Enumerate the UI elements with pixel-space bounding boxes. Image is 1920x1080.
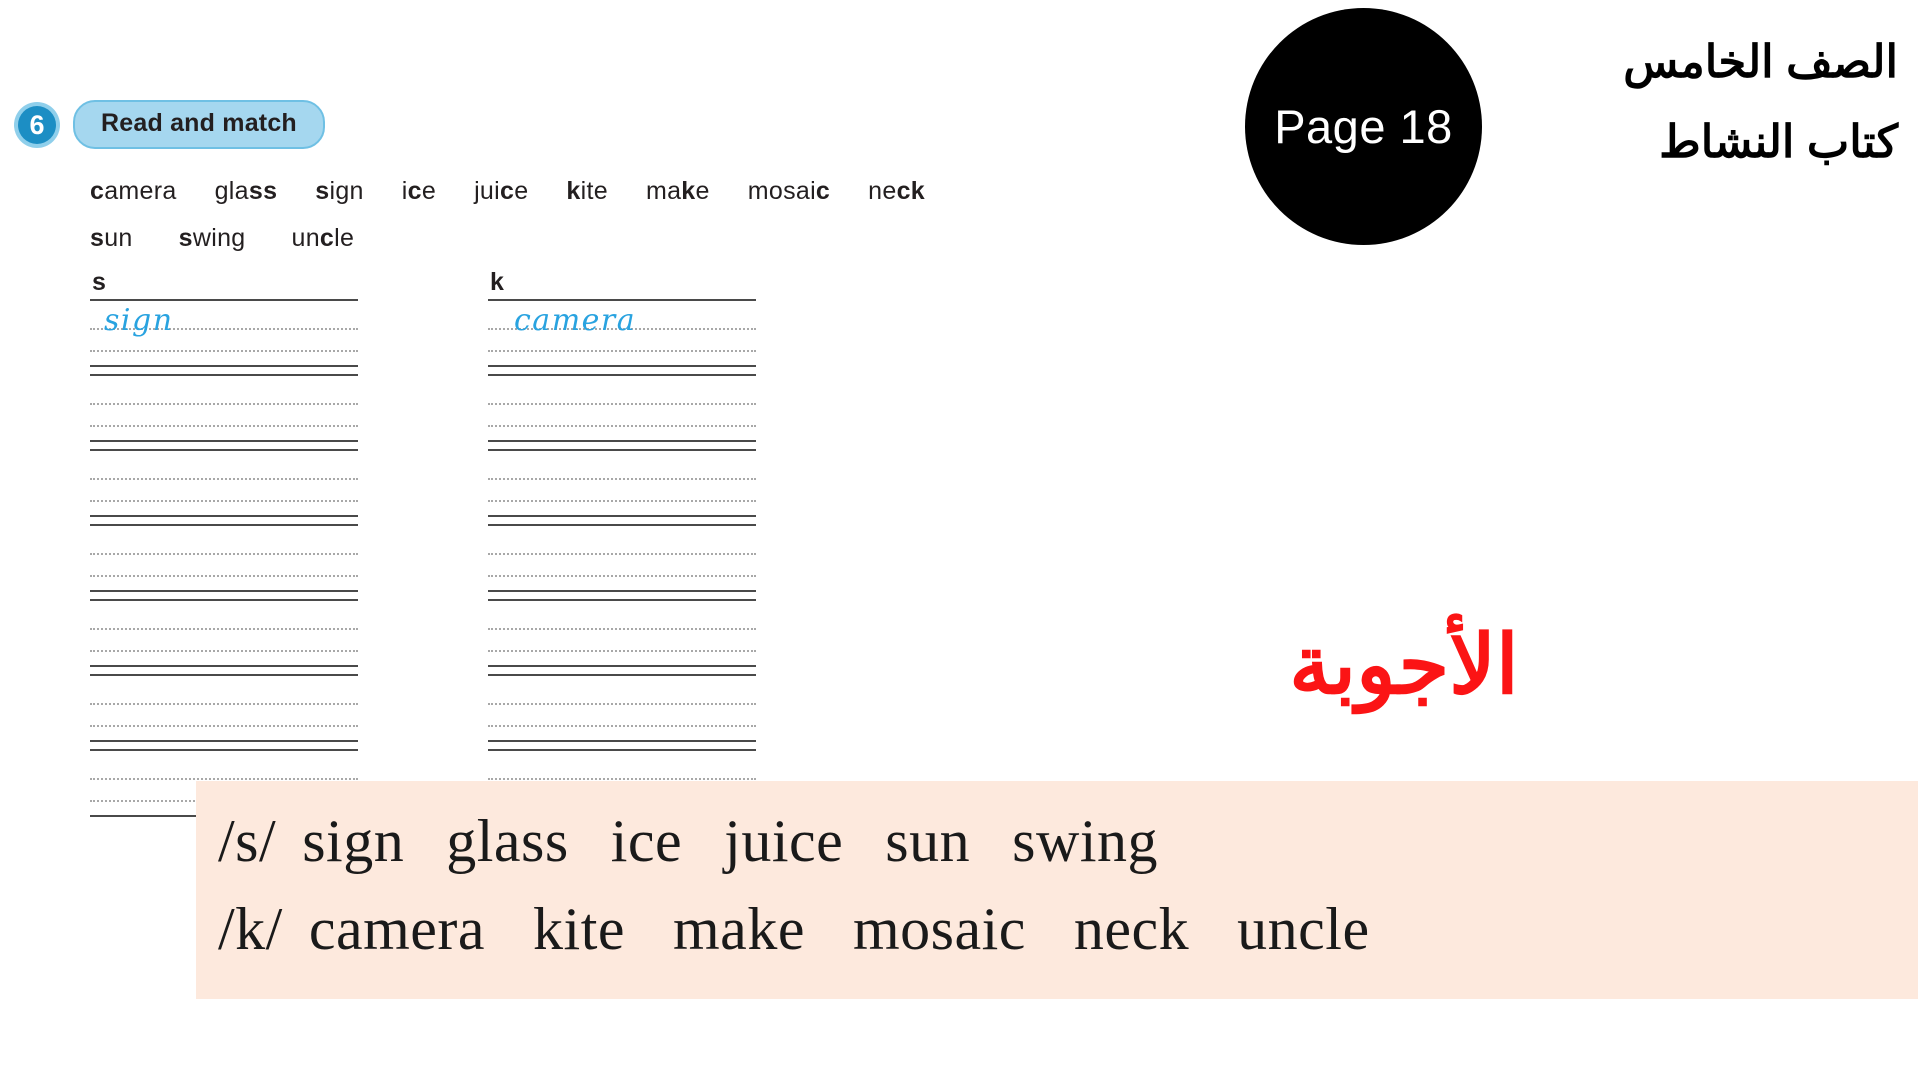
handwritten-answer-s: sign [104,303,174,338]
rule-gap [488,742,756,749]
rule-gap [90,601,358,628]
rule-gap [90,526,358,553]
rule-gap [488,451,756,478]
rule-gap [90,705,358,725]
rule-gap [90,667,358,674]
word-bank-word: juice [474,177,529,205]
rule-gap [488,352,756,365]
answer-key-word: uncle [1237,896,1370,962]
rule-gap [90,427,358,440]
arabic-book-label: كتاب النشاط [1659,116,1898,167]
ruled-lines-s: sign [90,299,358,817]
rule-gap [90,352,358,365]
ruled-lines-k: camera [488,299,756,817]
word-bank-word: sun [90,224,133,252]
rule-gap [90,451,358,478]
rule-gap [488,705,756,725]
rule-gap [488,555,756,575]
word-bank-word: ice [401,177,437,205]
exercise-number-badge: 6 [14,101,60,148]
answer-key-word: swing [1012,808,1158,874]
column-letter-heading: k [490,268,504,296]
rule-gap [90,555,358,575]
word-bank-word: mosaic [747,177,831,205]
word-bank-word: kite [566,177,608,205]
worksheet-page: 6 Read and match camera glass sign ice juice… [0,0,1920,1080]
rule-gap [90,652,358,665]
exercise-number-text: 6 [29,109,45,140]
word-bank: camera glass sign ice juice kite make mosaic nec… [90,168,1150,262]
answer-key-word: ice [610,808,683,874]
rule-gap [90,376,358,403]
word-bank-word: swing [178,224,246,252]
rule-gap [488,676,756,703]
rule-gap [488,526,756,553]
writing-column-k: k camera [488,268,756,817]
answer-key-word: sun [885,808,971,874]
column-letter-heading: s [92,268,106,296]
answer-key-phoneme: /k/ [218,896,283,962]
rule-gap [488,442,756,449]
rule-gap [90,517,358,524]
rule-gap [488,480,756,500]
handwritten-answer-k: camera [514,303,637,338]
rule-gap [488,427,756,440]
rule-gap [90,630,358,650]
rule-gap [90,751,358,778]
rule-gap [488,376,756,403]
rule-gap [488,751,756,778]
exercise-header: 6 Read and match [14,100,325,149]
rule-gap [90,676,358,703]
answer-key-row: /k/camera kite make mosaic neck uncle [218,885,1896,973]
answer-key-row: /s/sign glass ice juice sun swing [218,797,1896,885]
rule-gap [488,502,756,515]
rule-gap [90,742,358,749]
rule-gap [488,652,756,665]
rule-gap [90,577,358,590]
rule-gap [488,630,756,650]
rule-gap [90,480,358,500]
exercise-instruction-pill: Read and match [73,100,325,149]
rule-gap [90,592,358,599]
answer-key-word: camera [308,896,486,962]
writing-column-s: s sign [90,268,358,817]
rule-gap [488,517,756,524]
answer-key-word: neck [1073,896,1190,962]
answers-heading: الأجوبة [1289,620,1519,711]
rule-gap [488,667,756,674]
arabic-header: الصف الخامس كتاب النشاط [1623,22,1898,182]
word-bank-word: uncle [291,224,355,252]
word-bank-word: glass [214,177,278,205]
rule-gap [488,367,756,374]
rule-gap [90,367,358,374]
rule-gap [488,601,756,628]
word-bank-word: make [645,177,710,205]
word-bank-word: camera [90,177,177,205]
rule-gap [90,442,358,449]
answer-key-word: mosaic [852,896,1026,962]
page-number-label: Page 18 [1274,100,1453,153]
word-bank-word: neck [868,177,925,205]
word-bank-word: sign [315,177,364,205]
rule-gap [488,405,756,425]
answer-key-word: juice [724,808,844,874]
answer-key-word: kite [533,896,626,962]
rule-gap [488,577,756,590]
answer-key-phoneme: /s/ [218,808,277,874]
answer-key-word: sign [302,808,405,874]
rule-gap [488,727,756,740]
answer-key-word: glass [446,808,569,874]
rule-gap [90,405,358,425]
page-number-badge: Page 18 [1245,8,1482,245]
answer-key-box: /s/sign glass ice juice sun swing /k/camera ki… [196,781,1918,999]
rule-gap [488,592,756,599]
arabic-grade-label: الصف الخامس [1623,36,1898,87]
word-bank-row: sun swing uncle [90,215,1150,262]
rule-gap [90,502,358,515]
word-bank-row: camera glass sign ice juice kite make mosaic nec… [90,168,1150,215]
rule-gap [90,727,358,740]
answer-key-word: make [673,896,805,962]
